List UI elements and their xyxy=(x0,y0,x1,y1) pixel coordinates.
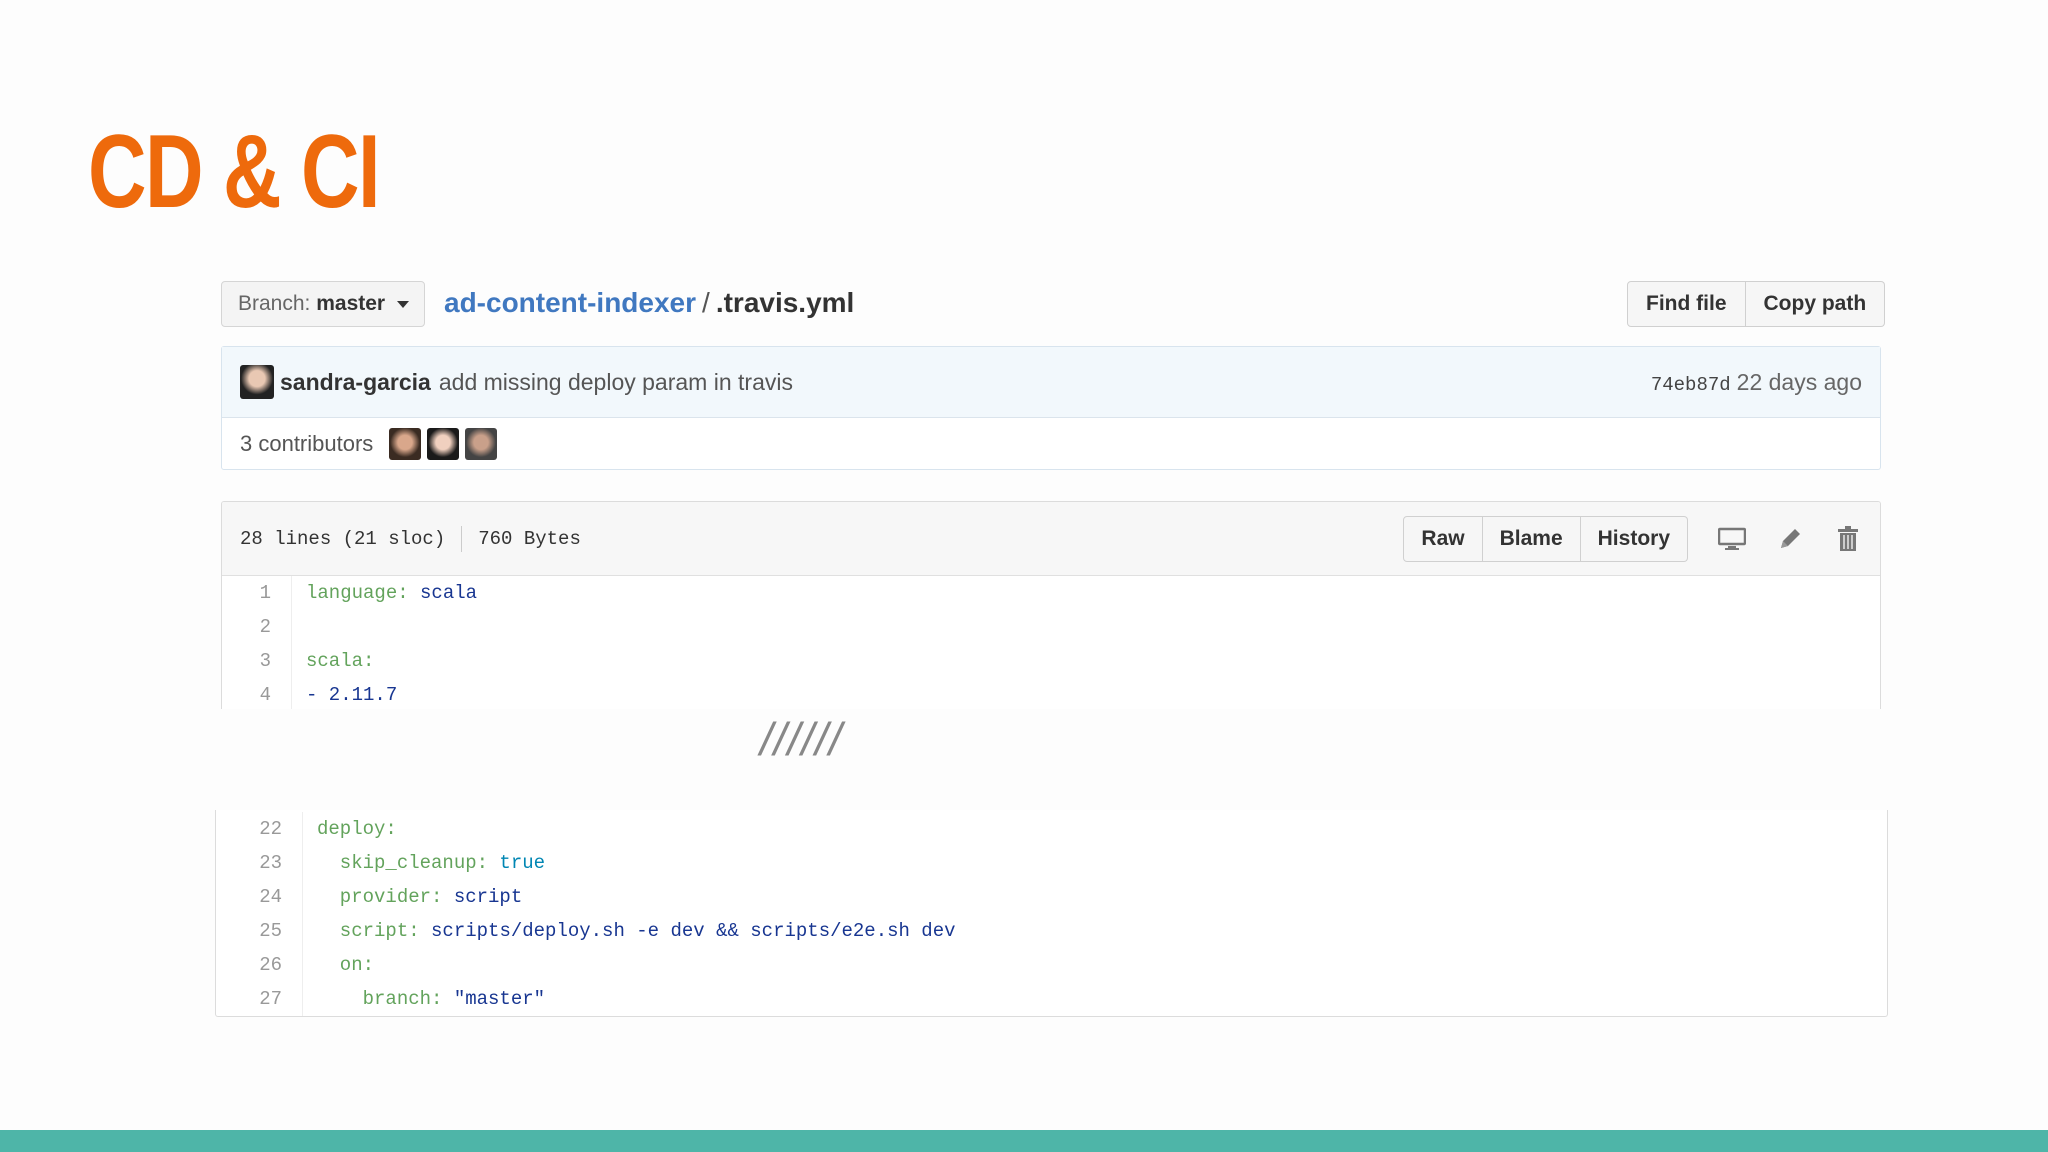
commit-tease: sandra-garcia add missing deploy param i… xyxy=(221,346,1881,470)
code-line: 3 scala: xyxy=(222,644,1880,678)
yaml-key: provider: xyxy=(317,886,443,908)
line-number[interactable]: 2 xyxy=(222,610,292,644)
copy-path-button[interactable]: Copy path xyxy=(1745,281,1886,327)
avatar[interactable] xyxy=(240,365,274,399)
file-actions: Raw Blame History xyxy=(1403,515,1862,562)
yaml-value: "master" xyxy=(442,988,546,1010)
pencil-icon[interactable] xyxy=(1776,525,1804,553)
code-line: 25 script: scripts/deploy.sh -e dev && s… xyxy=(216,914,1887,948)
slide-title: CD & CI xyxy=(88,114,381,230)
file-view-top: 28 lines (21 sloc) 760 Bytes Raw Blame H… xyxy=(221,501,1881,709)
code-line: 23 skip_cleanup: true xyxy=(216,846,1887,880)
code-line: 2 xyxy=(222,610,1880,644)
omitted-lines-mark: ////// xyxy=(760,713,843,765)
code-text: branch: "master" xyxy=(303,988,545,1010)
code-text: script: scripts/deploy.sh -e dev && scri… xyxy=(303,920,956,942)
avatar[interactable] xyxy=(389,428,422,460)
commit-meta: 74eb87d 22 days ago xyxy=(1651,369,1862,396)
code-line: 4 - 2.11.7 xyxy=(222,678,1880,709)
code-line: 1 language: scala xyxy=(222,576,1880,610)
desktop-icon[interactable] xyxy=(1718,525,1746,553)
code-text: deploy: xyxy=(303,818,397,840)
trash-icon[interactable] xyxy=(1834,525,1862,553)
line-number[interactable]: 24 xyxy=(216,880,303,914)
footer-bar xyxy=(0,1130,2048,1152)
file-nav-buttons: Find file Copy path xyxy=(1627,281,1886,327)
yaml-value: true xyxy=(488,852,546,874)
code-line: 22 deploy: xyxy=(216,812,1887,846)
code-line: 24 provider: script xyxy=(216,880,1887,914)
commit-author[interactable]: sandra-garcia xyxy=(280,369,431,396)
code-block-bottom: 22 deploy: 23 skip_cleanup: true 24 provide… xyxy=(216,812,1887,1016)
yaml-key: deploy: xyxy=(317,818,397,840)
line-number[interactable]: 23 xyxy=(216,846,303,880)
raw-button[interactable]: Raw xyxy=(1403,515,1483,562)
contributors-count[interactable]: 3 contributors xyxy=(240,431,373,457)
file-view-bottom: 22 deploy: 23 skip_cleanup: true 24 provide… xyxy=(215,810,1888,1017)
line-number[interactable]: 26 xyxy=(216,948,303,982)
latest-commit: sandra-garcia add missing deploy param i… xyxy=(222,347,1880,418)
path-separator: / xyxy=(702,287,710,318)
branch-name: master xyxy=(316,292,386,315)
file-action-buttons: Raw Blame History xyxy=(1403,515,1688,562)
yaml-key: branch: xyxy=(317,988,443,1010)
branch-select-button[interactable]: Branch: master xyxy=(221,281,425,327)
contributors-row: 3 contributors xyxy=(222,418,1880,470)
yaml-key: skip_cleanup: xyxy=(317,852,489,874)
divider xyxy=(461,525,463,552)
yaml-key: script: xyxy=(317,920,420,942)
yaml-key: on: xyxy=(317,954,375,976)
code-text: on: xyxy=(303,954,374,976)
avatar[interactable] xyxy=(465,428,498,460)
code-text: - 2.11.7 xyxy=(292,684,397,706)
line-number[interactable]: 22 xyxy=(216,812,303,846)
avatar[interactable] xyxy=(427,428,460,460)
line-number[interactable]: 3 xyxy=(222,644,292,678)
yaml-key: scala: xyxy=(306,650,375,672)
find-file-button[interactable]: Find file xyxy=(1627,281,1746,327)
commit-sha[interactable]: 74eb87d xyxy=(1651,374,1731,396)
caret-down-icon xyxy=(396,300,409,308)
code-text: language: scala xyxy=(292,582,477,604)
line-number[interactable]: 25 xyxy=(216,914,303,948)
line-number[interactable]: 4 xyxy=(222,678,292,709)
code-line: 26 on: xyxy=(216,948,1887,982)
line-number[interactable]: 1 xyxy=(222,576,292,610)
code-text: scala: xyxy=(292,650,374,672)
commit-message[interactable]: add missing deploy param in travis xyxy=(439,369,793,396)
code-text: provider: script xyxy=(303,886,522,908)
yaml-value: scripts/deploy.sh -e dev && scripts/e2e.… xyxy=(419,920,956,942)
branch-prefix: Branch: xyxy=(238,292,311,315)
blame-button[interactable]: Blame xyxy=(1482,515,1581,562)
repo-link[interactable]: ad-content-indexer xyxy=(444,287,696,318)
file-name: .travis.yml xyxy=(715,287,855,318)
breadcrumb: ad-content-indexer / .travis.yml xyxy=(444,283,854,323)
code-text: skip_cleanup: true xyxy=(303,852,545,874)
file-line-count: 28 lines (21 sloc) xyxy=(240,527,446,550)
commit-age: 22 days ago xyxy=(1736,368,1862,395)
yaml-value: script xyxy=(442,886,523,908)
file-header: 28 lines (21 sloc) 760 Bytes Raw Blame H… xyxy=(222,502,1880,576)
line-number[interactable]: 27 xyxy=(216,982,303,1016)
yaml-value: scala xyxy=(408,582,478,604)
yaml-value: - 2.11.7 xyxy=(306,684,398,706)
file-size: 760 Bytes xyxy=(478,527,581,550)
code-line: 27 branch: "master" xyxy=(216,982,1887,1016)
code-block-top: 1 language: scala 2 3 scala: 4- 2.11.7 xyxy=(222,576,1880,709)
yaml-key: language: xyxy=(306,582,409,604)
history-button[interactable]: History xyxy=(1580,515,1688,562)
